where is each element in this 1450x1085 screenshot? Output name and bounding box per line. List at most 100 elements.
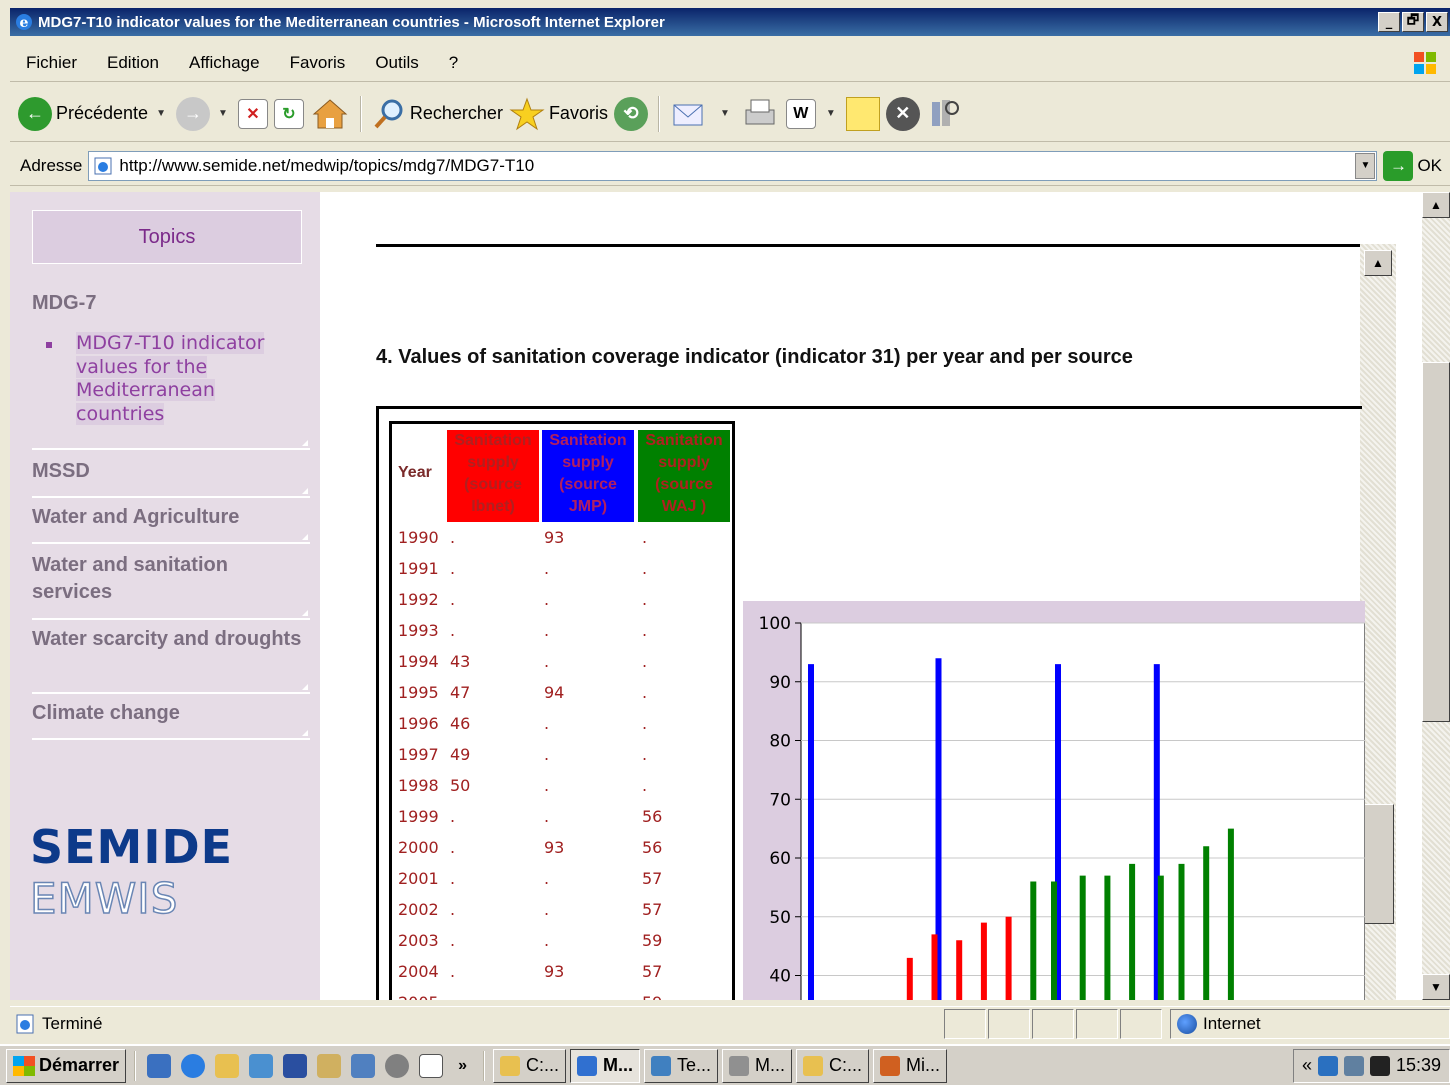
value-cell: 56	[642, 838, 663, 857]
taskbar-task[interactable]: Te...	[643, 1048, 718, 1083]
quicklaunch-ie-icon[interactable]	[181, 1053, 206, 1078]
task-label: Te...	[676, 1055, 711, 1075]
sidebar-item-mssd[interactable]: MSSD	[32, 458, 310, 498]
history-icon[interactable]: ⟲	[613, 96, 648, 131]
value-cell: .	[544, 807, 550, 826]
value-cell: .	[544, 869, 550, 888]
menu-edition[interactable]: Edition	[91, 53, 173, 73]
taskbar-task[interactable]: C:...	[796, 1048, 870, 1083]
back-dropdown-icon[interactable]: ▼	[156, 108, 166, 119]
title-bar[interactable]: e MDG7-T10 indicator values for the Medi…	[10, 8, 1450, 36]
quicklaunch-app-icon[interactable]	[351, 1053, 376, 1078]
favorites-button[interactable]: Favoris	[509, 91, 608, 137]
sidebar-item-climate-change[interactable]: Climate change	[32, 700, 310, 740]
status-cell	[1120, 1009, 1162, 1039]
stop-icon[interactable]: ✕	[237, 98, 268, 129]
address-input[interactable]: http://www.semide.net/medwip/topics/mdg7…	[88, 150, 1378, 181]
menu-help[interactable]: ?	[433, 53, 472, 73]
task-app-icon	[650, 1055, 671, 1076]
table-row: 1994 43..	[398, 652, 728, 672]
menu-favoris[interactable]: Favoris	[274, 53, 360, 73]
messenger-close-icon[interactable]: ✕	[885, 96, 920, 131]
taskbar-task[interactable]: M...	[722, 1048, 792, 1083]
sidebar-item-water-sanitation[interactable]: Water and sanitation services	[32, 552, 310, 620]
restore-button[interactable]: 🗗	[1402, 12, 1424, 32]
home-icon[interactable]	[310, 96, 350, 132]
mail-dropdown-icon[interactable]: ▼	[720, 108, 730, 119]
globe-icon	[1177, 1014, 1197, 1034]
scroll-down-icon[interactable]: ▼	[1422, 974, 1450, 1000]
sidebar-item-water-agriculture[interactable]: Water and Agriculture	[32, 504, 310, 544]
address-dropdown-icon[interactable]: ▼	[1355, 152, 1376, 179]
word-edit-icon[interactable]: W	[785, 98, 816, 129]
address-url: http://www.semide.net/medwip/topics/mdg7…	[119, 155, 535, 175]
page-viewport: Topics MDG-7 MDG7-T10 indicator values f…	[10, 192, 1422, 1000]
table-row: 1991...	[398, 559, 728, 579]
vc-tray-icon[interactable]	[1317, 1055, 1338, 1076]
refresh-icon[interactable]: ↻	[273, 98, 304, 129]
chart-bar	[1157, 875, 1164, 1000]
quicklaunch-doc-icon[interactable]	[419, 1053, 444, 1078]
system-tray: « 15:39	[1292, 1048, 1450, 1083]
research-icon[interactable]	[926, 96, 962, 132]
back-button[interactable]: ← Précédente ▼	[18, 91, 170, 137]
value-cell: 94	[544, 683, 565, 702]
chart-bar	[1030, 881, 1037, 1000]
tray-chevron[interactable]: «	[1302, 1055, 1312, 1076]
edit-dropdown-icon[interactable]: ▼	[826, 108, 836, 119]
status-cell	[1032, 1009, 1074, 1039]
sidebar-item-water-scarcity[interactable]: Water scarcity and droughts	[32, 626, 310, 694]
s-tray-icon[interactable]	[1369, 1055, 1390, 1076]
table-row: 1992...	[398, 590, 728, 610]
quicklaunch-folder2-icon[interactable]	[317, 1053, 342, 1078]
sidebar-item-mdg7-t10[interactable]: MDG7-T10 indicator values for the Medite…	[76, 332, 288, 426]
sidebar-item-label: MDG7-T10 indicator values for the Medite…	[76, 332, 265, 425]
network-tray-icon[interactable]	[1343, 1055, 1364, 1076]
table-row: 1997 49..	[398, 745, 728, 765]
quicklaunch-word-icon[interactable]	[283, 1053, 308, 1078]
inner-scroll-thumb[interactable]	[1360, 804, 1394, 924]
go-button[interactable]: → OK	[1375, 150, 1450, 181]
value-cell: .	[642, 714, 648, 733]
topics-header[interactable]: Topics	[32, 210, 302, 264]
table-row: 1996 46..	[398, 714, 728, 734]
start-button[interactable]: Démarrer	[6, 1048, 127, 1083]
quicklaunch-media-icon[interactable]	[385, 1053, 410, 1078]
forward-arrow-icon: →	[175, 96, 210, 131]
taskbar-task[interactable]: Mi...	[873, 1048, 948, 1083]
note-icon[interactable]	[845, 96, 880, 131]
close-button[interactable]: X	[1426, 12, 1448, 32]
value-cell: 57	[642, 962, 663, 981]
task-label: C:...	[829, 1055, 863, 1075]
menu-outils[interactable]: Outils	[359, 53, 432, 73]
forward-dropdown-icon[interactable]: ▼	[218, 108, 228, 119]
security-zone[interactable]: Internet	[1170, 1009, 1450, 1039]
forward-button[interactable]: → ▼	[175, 91, 232, 137]
taskbar-task[interactable]: C:...	[492, 1048, 566, 1083]
year-cell: 1991	[398, 559, 439, 578]
menu-affichage[interactable]: Affichage	[173, 53, 274, 73]
print-icon[interactable]	[740, 96, 780, 132]
value-cell: .	[642, 652, 648, 671]
quicklaunch-explorer-icon[interactable]	[249, 1053, 274, 1078]
table-row: 1998 50..	[398, 776, 728, 796]
quicklaunch-folder-icon[interactable]	[215, 1053, 240, 1078]
inner-scrollbar[interactable]: ▲	[1360, 244, 1396, 1000]
standard-toolbar: ← Précédente ▼ → ▼ ✕ ↻ Rechercher Favori…	[10, 86, 1450, 142]
search-button[interactable]: Rechercher	[372, 91, 503, 137]
section-mdg7[interactable]: MDG-7	[32, 292, 96, 315]
quicklaunch-chevron[interactable]: »	[458, 1057, 467, 1075]
y-tick-label: 70	[769, 790, 791, 810]
taskbar-task[interactable]: M...	[569, 1048, 640, 1083]
scroll-up-icon[interactable]: ▲	[1422, 192, 1450, 218]
menu-fichier[interactable]: Fichier	[10, 53, 91, 73]
page-scrollbar[interactable]: ▲ ▼	[1422, 192, 1450, 1000]
scroll-thumb[interactable]	[1422, 362, 1450, 722]
status-cell	[988, 1009, 1030, 1039]
inner-scroll-up-icon[interactable]: ▲	[1364, 250, 1392, 276]
minimize-button[interactable]: _	[1378, 12, 1400, 32]
taskbar-separator	[134, 1050, 137, 1081]
task-label: M...	[755, 1055, 785, 1075]
quicklaunch-desktop-icon[interactable]	[147, 1053, 172, 1078]
mail-icon[interactable]	[670, 97, 710, 131]
